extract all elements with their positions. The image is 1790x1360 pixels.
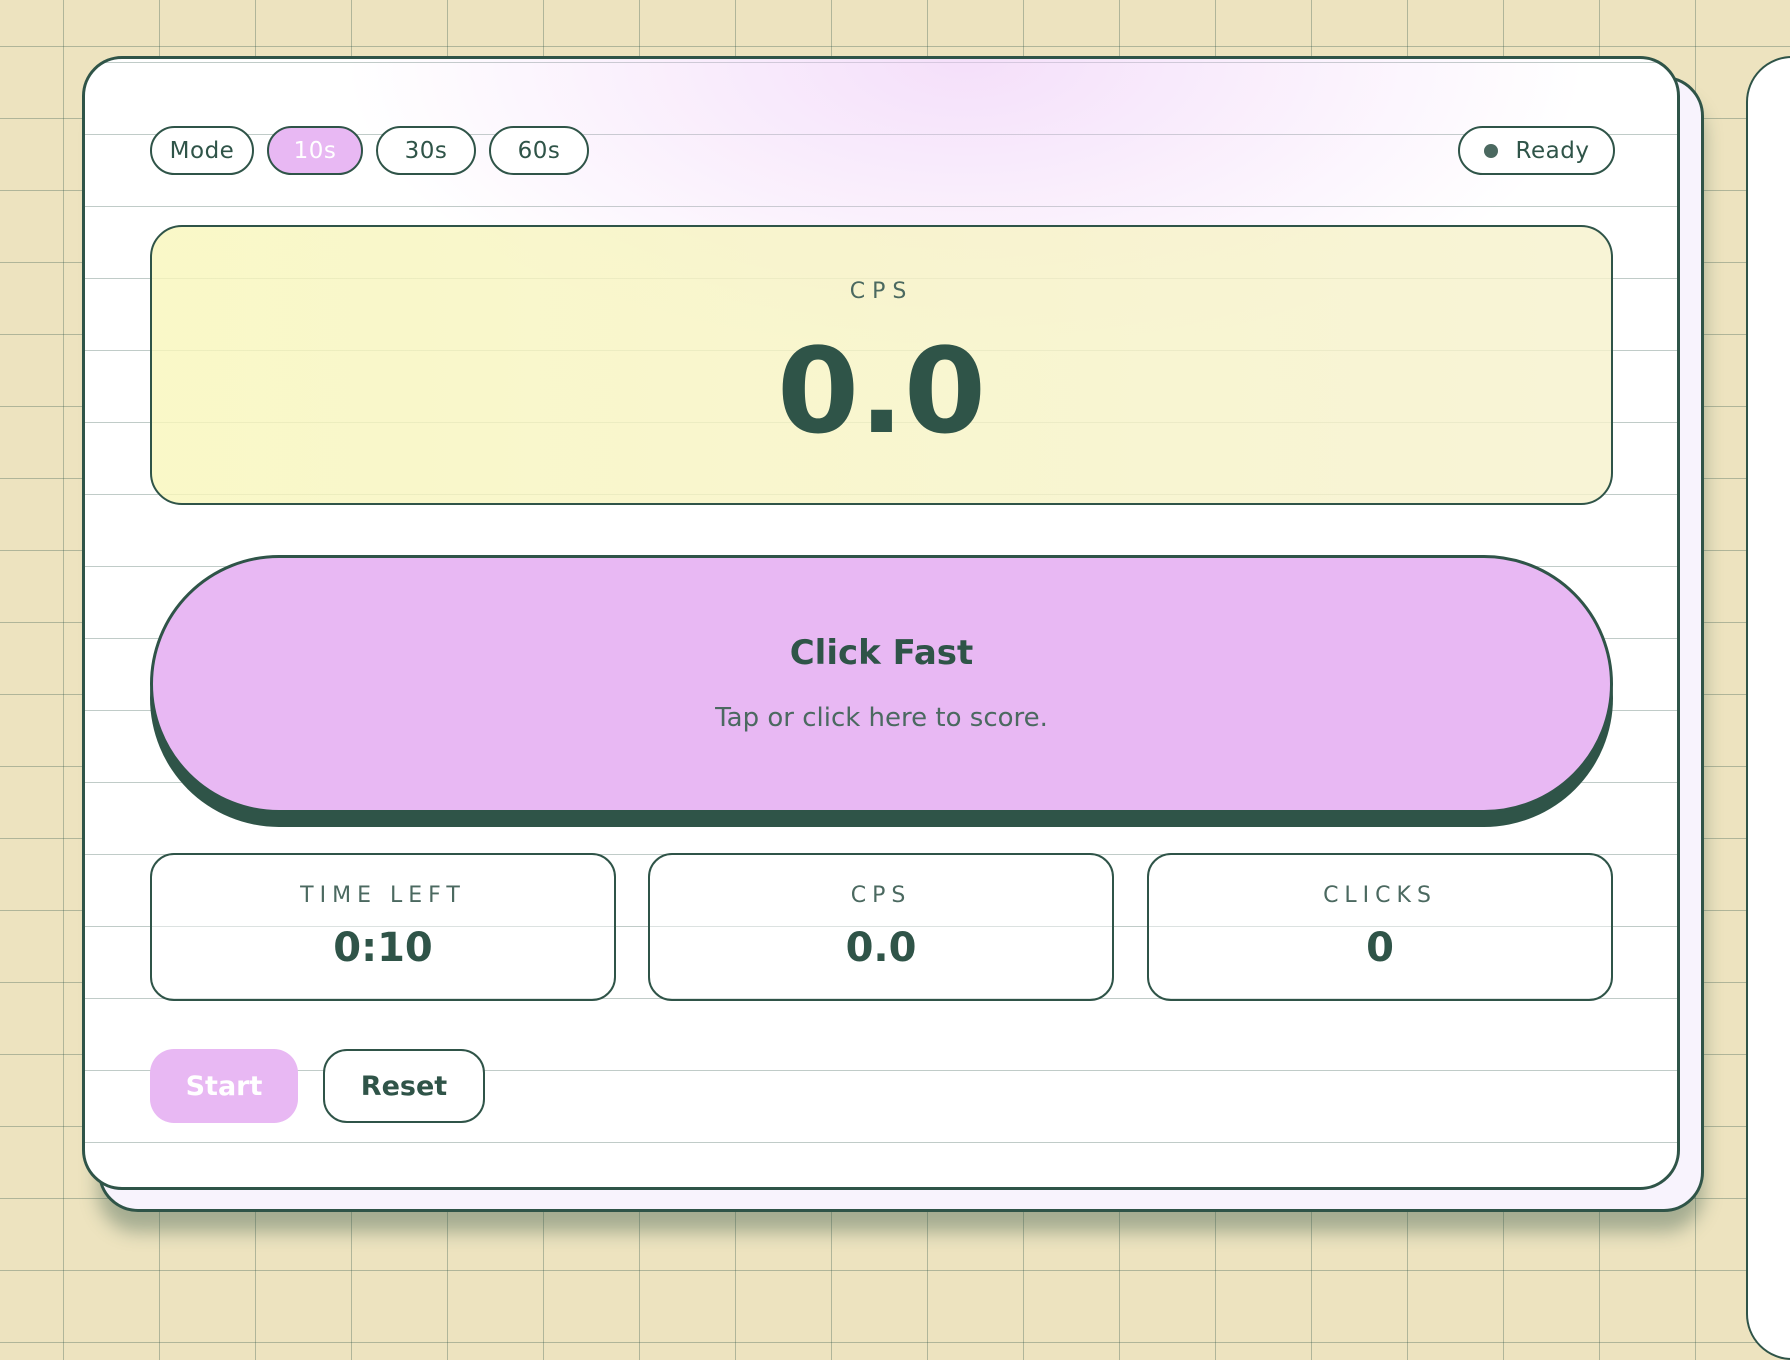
stat-value: 0:10 [333,925,433,971]
mode-30s-button[interactable]: 30s [376,126,476,175]
click-test-card: Mode 10s 30s 60s Ready CPS 0.0 Click Fas… [82,56,1680,1190]
stat-time-left: TIME LEFT 0:10 [150,853,616,1001]
stat-label: CPS [850,883,912,908]
mode-60s-button[interactable]: 60s [489,126,589,175]
reset-button[interactable]: Reset [323,1049,485,1123]
score-panel: CPS 0.0 [150,225,1613,505]
stat-label: TIME LEFT [300,883,466,908]
mode-10s-button[interactable]: 10s [267,126,363,175]
stat-value: 0.0 [845,925,917,971]
status-badge: Ready [1458,126,1615,175]
click-target-button[interactable]: Click Fast Tap or click here to score. [150,555,1613,813]
stat-cps: CPS 0.0 [648,853,1114,1001]
mode-label: Mode [150,126,254,175]
adjacent-card [1746,56,1790,1360]
start-button[interactable]: Start [150,1049,298,1123]
status-label: Ready [1515,137,1590,164]
click-target-title: Click Fast [789,633,974,673]
stat-clicks: CLICKS 0 [1147,853,1613,1001]
click-target-subtitle: Tap or click here to score. [715,703,1048,733]
stat-value: 0 [1366,925,1394,971]
score-label: CPS [849,279,914,304]
stat-label: CLICKS [1323,883,1437,908]
status-dot-icon [1483,143,1498,158]
score-value: 0.0 [776,322,987,460]
